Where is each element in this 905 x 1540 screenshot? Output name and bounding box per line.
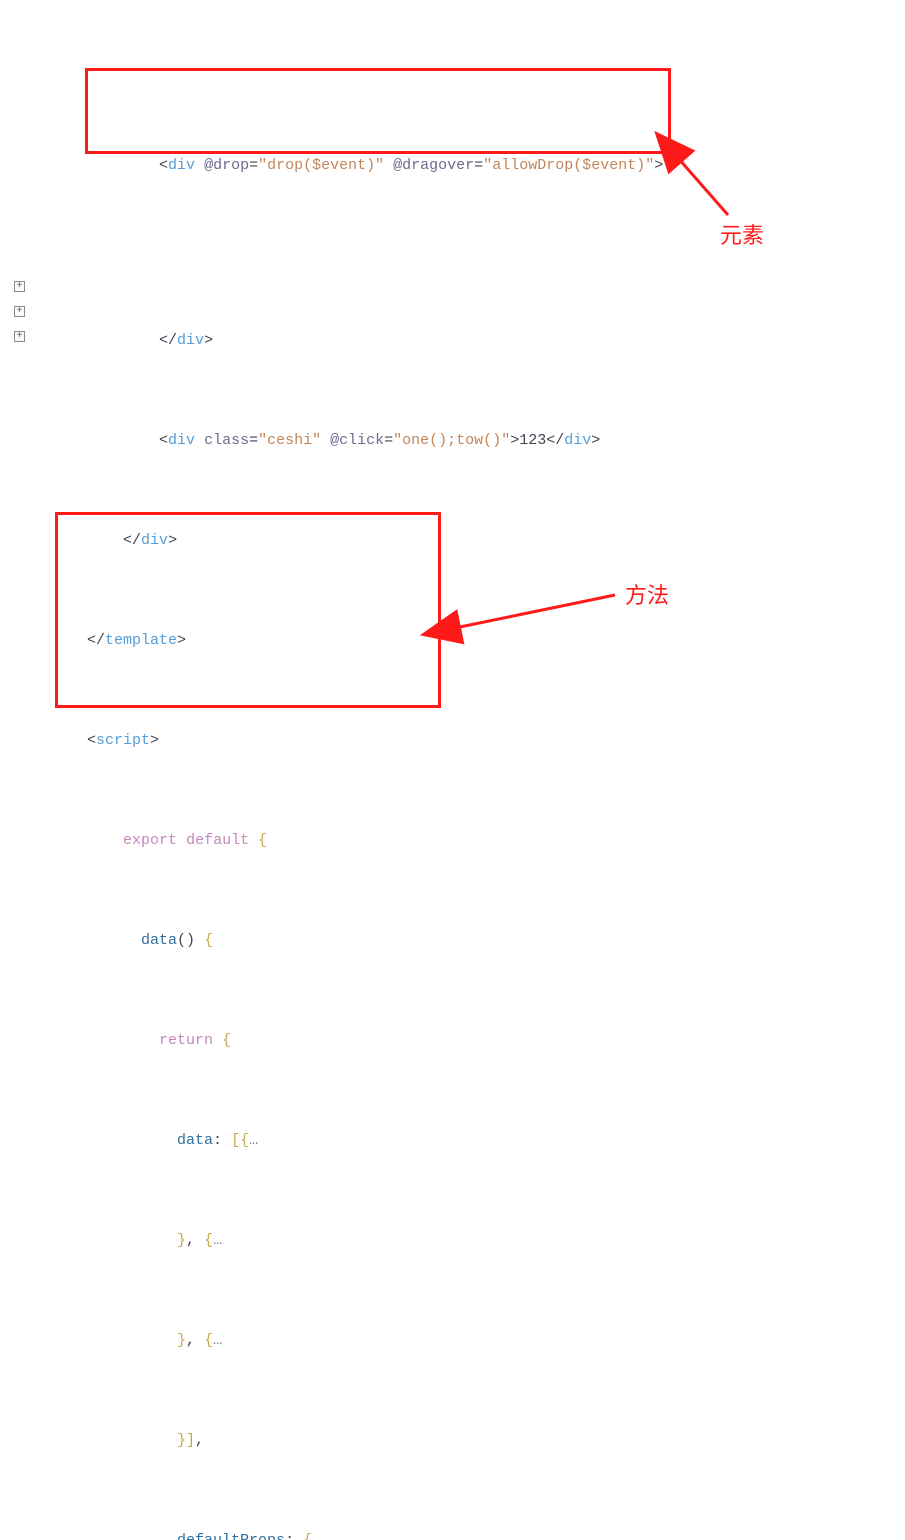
code-line: data: [{… bbox=[33, 1103, 663, 1128]
code-line: <div @drop="drop($event)" @dragover="all… bbox=[33, 100, 663, 153]
annotation-label-elements: 元素 bbox=[720, 218, 764, 250]
fold-icon[interactable]: + bbox=[14, 306, 25, 317]
annotation-label-methods: 方法 bbox=[625, 578, 669, 610]
code-line: </div> bbox=[33, 503, 663, 528]
code-editor[interactable]: + + + <div @drop="drop($event)" @dragove… bbox=[0, 0, 905, 125]
code-line: data() { bbox=[33, 903, 663, 928]
code-line: </template> bbox=[33, 603, 663, 628]
code-line: }], bbox=[33, 1403, 663, 1428]
code-line: }, {… bbox=[33, 1303, 663, 1328]
code-line: <script> bbox=[33, 703, 663, 728]
text-content: 123 bbox=[519, 432, 546, 449]
fold-icon[interactable]: + bbox=[14, 331, 25, 342]
fold-icon[interactable]: + bbox=[14, 281, 25, 292]
code-area: <div @drop="drop($event)" @dragover="all… bbox=[33, 0, 663, 1540]
code-line: export default { bbox=[33, 803, 663, 828]
code-line: </div> bbox=[33, 303, 663, 328]
code-line: defaultProps: { bbox=[33, 1503, 663, 1528]
code-line: <div class="ceshi" @click="one();tow()">… bbox=[33, 403, 663, 428]
code-line: return { bbox=[33, 1003, 663, 1028]
code-line: }, {… bbox=[33, 1203, 663, 1228]
gutter: + + + bbox=[0, 0, 30, 125]
